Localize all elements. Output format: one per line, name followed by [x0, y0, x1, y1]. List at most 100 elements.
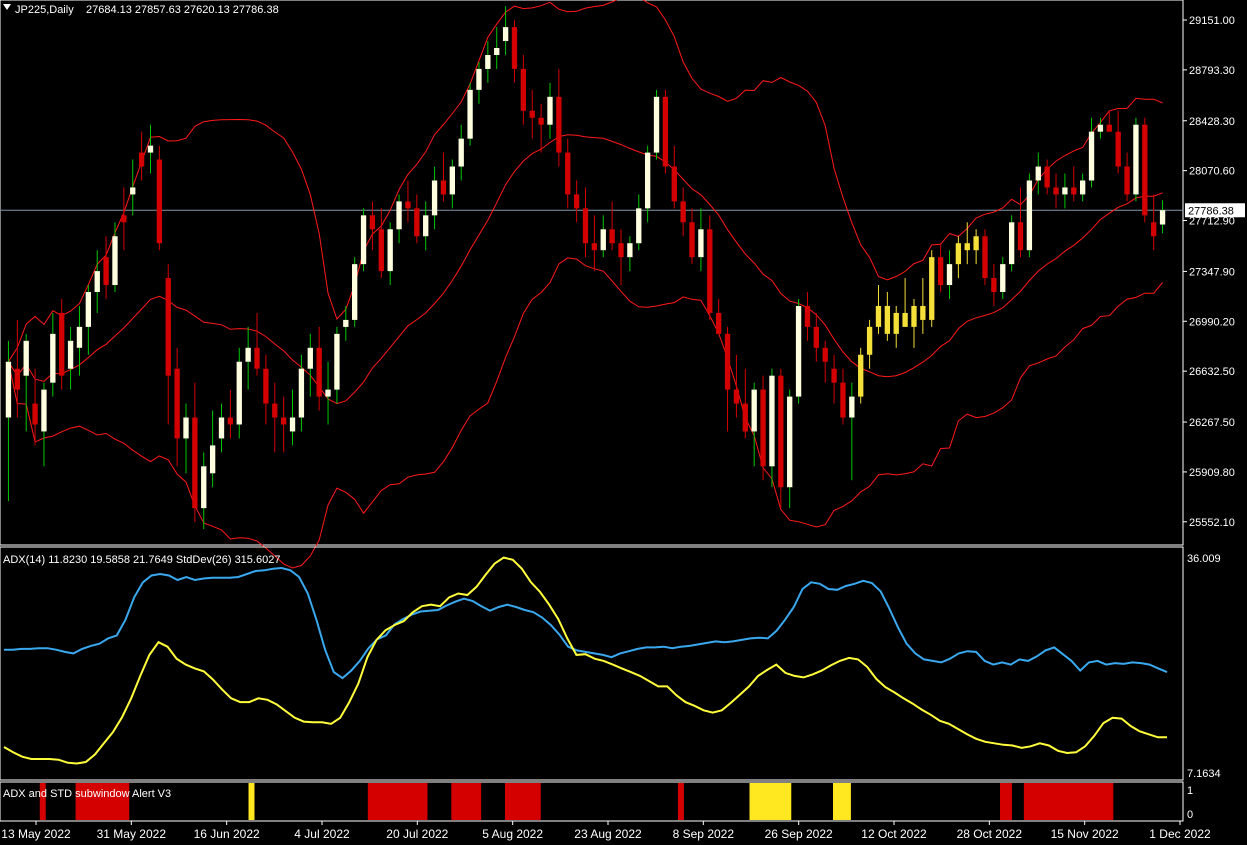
candle-body [1151, 222, 1157, 237]
candle-body [467, 89, 473, 139]
candle-body [431, 180, 438, 216]
candle-body [289, 417, 296, 432]
candle-body [280, 417, 287, 425]
candle [795, 298, 802, 404]
candle-body [41, 389, 47, 432]
candle [778, 368, 784, 509]
candle-body [565, 152, 571, 195]
price-tick-label: 26267.50 [1189, 417, 1235, 429]
candle [360, 208, 367, 272]
candle-body [556, 96, 562, 153]
candle-body [192, 417, 198, 509]
chart-window[interactable]: JP225,Daily 27684.13 27857.63 27620.13 2… [0, 0, 1247, 845]
candle-body [1071, 187, 1077, 195]
candle-body [1017, 222, 1024, 251]
alert-bar-red [504, 783, 541, 820]
candle [707, 215, 713, 320]
candle-body [911, 305, 917, 327]
candle-body [680, 201, 686, 223]
candle-body [662, 96, 669, 167]
candle-body [494, 48, 500, 55]
candle-body [227, 417, 234, 425]
alert-bar-red [1023, 783, 1114, 820]
candle-body [866, 326, 873, 355]
candle-body [982, 236, 988, 279]
alert-axis-bottom: 0 [1187, 809, 1193, 821]
candle [929, 250, 935, 327]
price-tick-label: 28070.60 [1189, 166, 1235, 178]
candle-body [209, 445, 216, 474]
candle-body [59, 312, 65, 376]
candle-body [1062, 187, 1068, 195]
candle-body [884, 305, 891, 334]
time-tick-label: 4 Jul 2022 [294, 827, 350, 841]
candle-body [1026, 180, 1033, 251]
candle-body [636, 208, 642, 244]
candle-body [316, 347, 322, 397]
alert-bar-yellow [248, 783, 255, 820]
candle-body [85, 292, 92, 327]
candle-body [1088, 131, 1095, 181]
candle-body [130, 187, 136, 195]
candle-body [689, 222, 695, 258]
indicator-axis-top: 36.009 [1187, 553, 1221, 565]
candle-body [50, 333, 56, 383]
chart-ohlc: 27684.13 27857.63 27620.13 27786.38 [86, 4, 279, 16]
candle-body [1079, 180, 1086, 195]
price-tick-label: 25909.80 [1189, 467, 1235, 479]
candle-body [920, 305, 926, 320]
candle-body [23, 340, 29, 376]
candle-body [307, 347, 313, 369]
candle-body [813, 326, 819, 348]
candle-body [1142, 124, 1148, 216]
candle-body [733, 389, 740, 404]
candle-body [787, 396, 793, 488]
candle [653, 89, 660, 160]
candle-body [511, 27, 518, 69]
candle-body [387, 229, 393, 272]
candle-body [485, 54, 491, 69]
candle-body [272, 403, 278, 418]
time-tick-label: 28 Oct 2022 [957, 827, 1023, 841]
candle-body [352, 264, 358, 320]
candle-body [1133, 124, 1139, 195]
candle-body [369, 215, 376, 230]
candle-body [893, 312, 899, 334]
candle-body [698, 229, 704, 258]
candle-body [121, 215, 127, 223]
candle-body [671, 166, 677, 202]
price-tick-label: 26632.50 [1189, 366, 1235, 378]
candle [760, 375, 766, 481]
time-tick-label: 20 Jul 2022 [386, 827, 448, 841]
candle-body [769, 375, 775, 467]
candle-body [147, 145, 154, 153]
candle-body [946, 264, 953, 286]
candle [982, 229, 988, 286]
candle-body [858, 354, 864, 397]
candle-body [795, 305, 802, 397]
candle-body [724, 333, 731, 390]
candle-body [1044, 166, 1050, 188]
candle-body [502, 27, 509, 42]
candle-body [76, 326, 83, 348]
candle-body [973, 236, 979, 251]
candle-body [1035, 166, 1041, 181]
candle-body [937, 257, 944, 286]
price-tick-label: 28428.30 [1189, 116, 1235, 128]
candle [1008, 215, 1015, 272]
candle-body [849, 396, 855, 418]
candle-body [174, 368, 180, 439]
candle-body [751, 389, 757, 432]
candle-body [627, 243, 633, 258]
candle-body [103, 257, 109, 286]
candle-body [1159, 210, 1166, 225]
candle-body [582, 208, 589, 244]
candle-body [875, 305, 882, 327]
candle-body [778, 375, 784, 488]
candle-body [440, 180, 447, 195]
candle [467, 82, 473, 146]
time-tick-label: 13 May 2022 [1, 827, 71, 841]
time-tick-label: 8 Sep 2022 [673, 827, 735, 841]
candle-body [334, 333, 340, 390]
candle-body [742, 403, 748, 432]
